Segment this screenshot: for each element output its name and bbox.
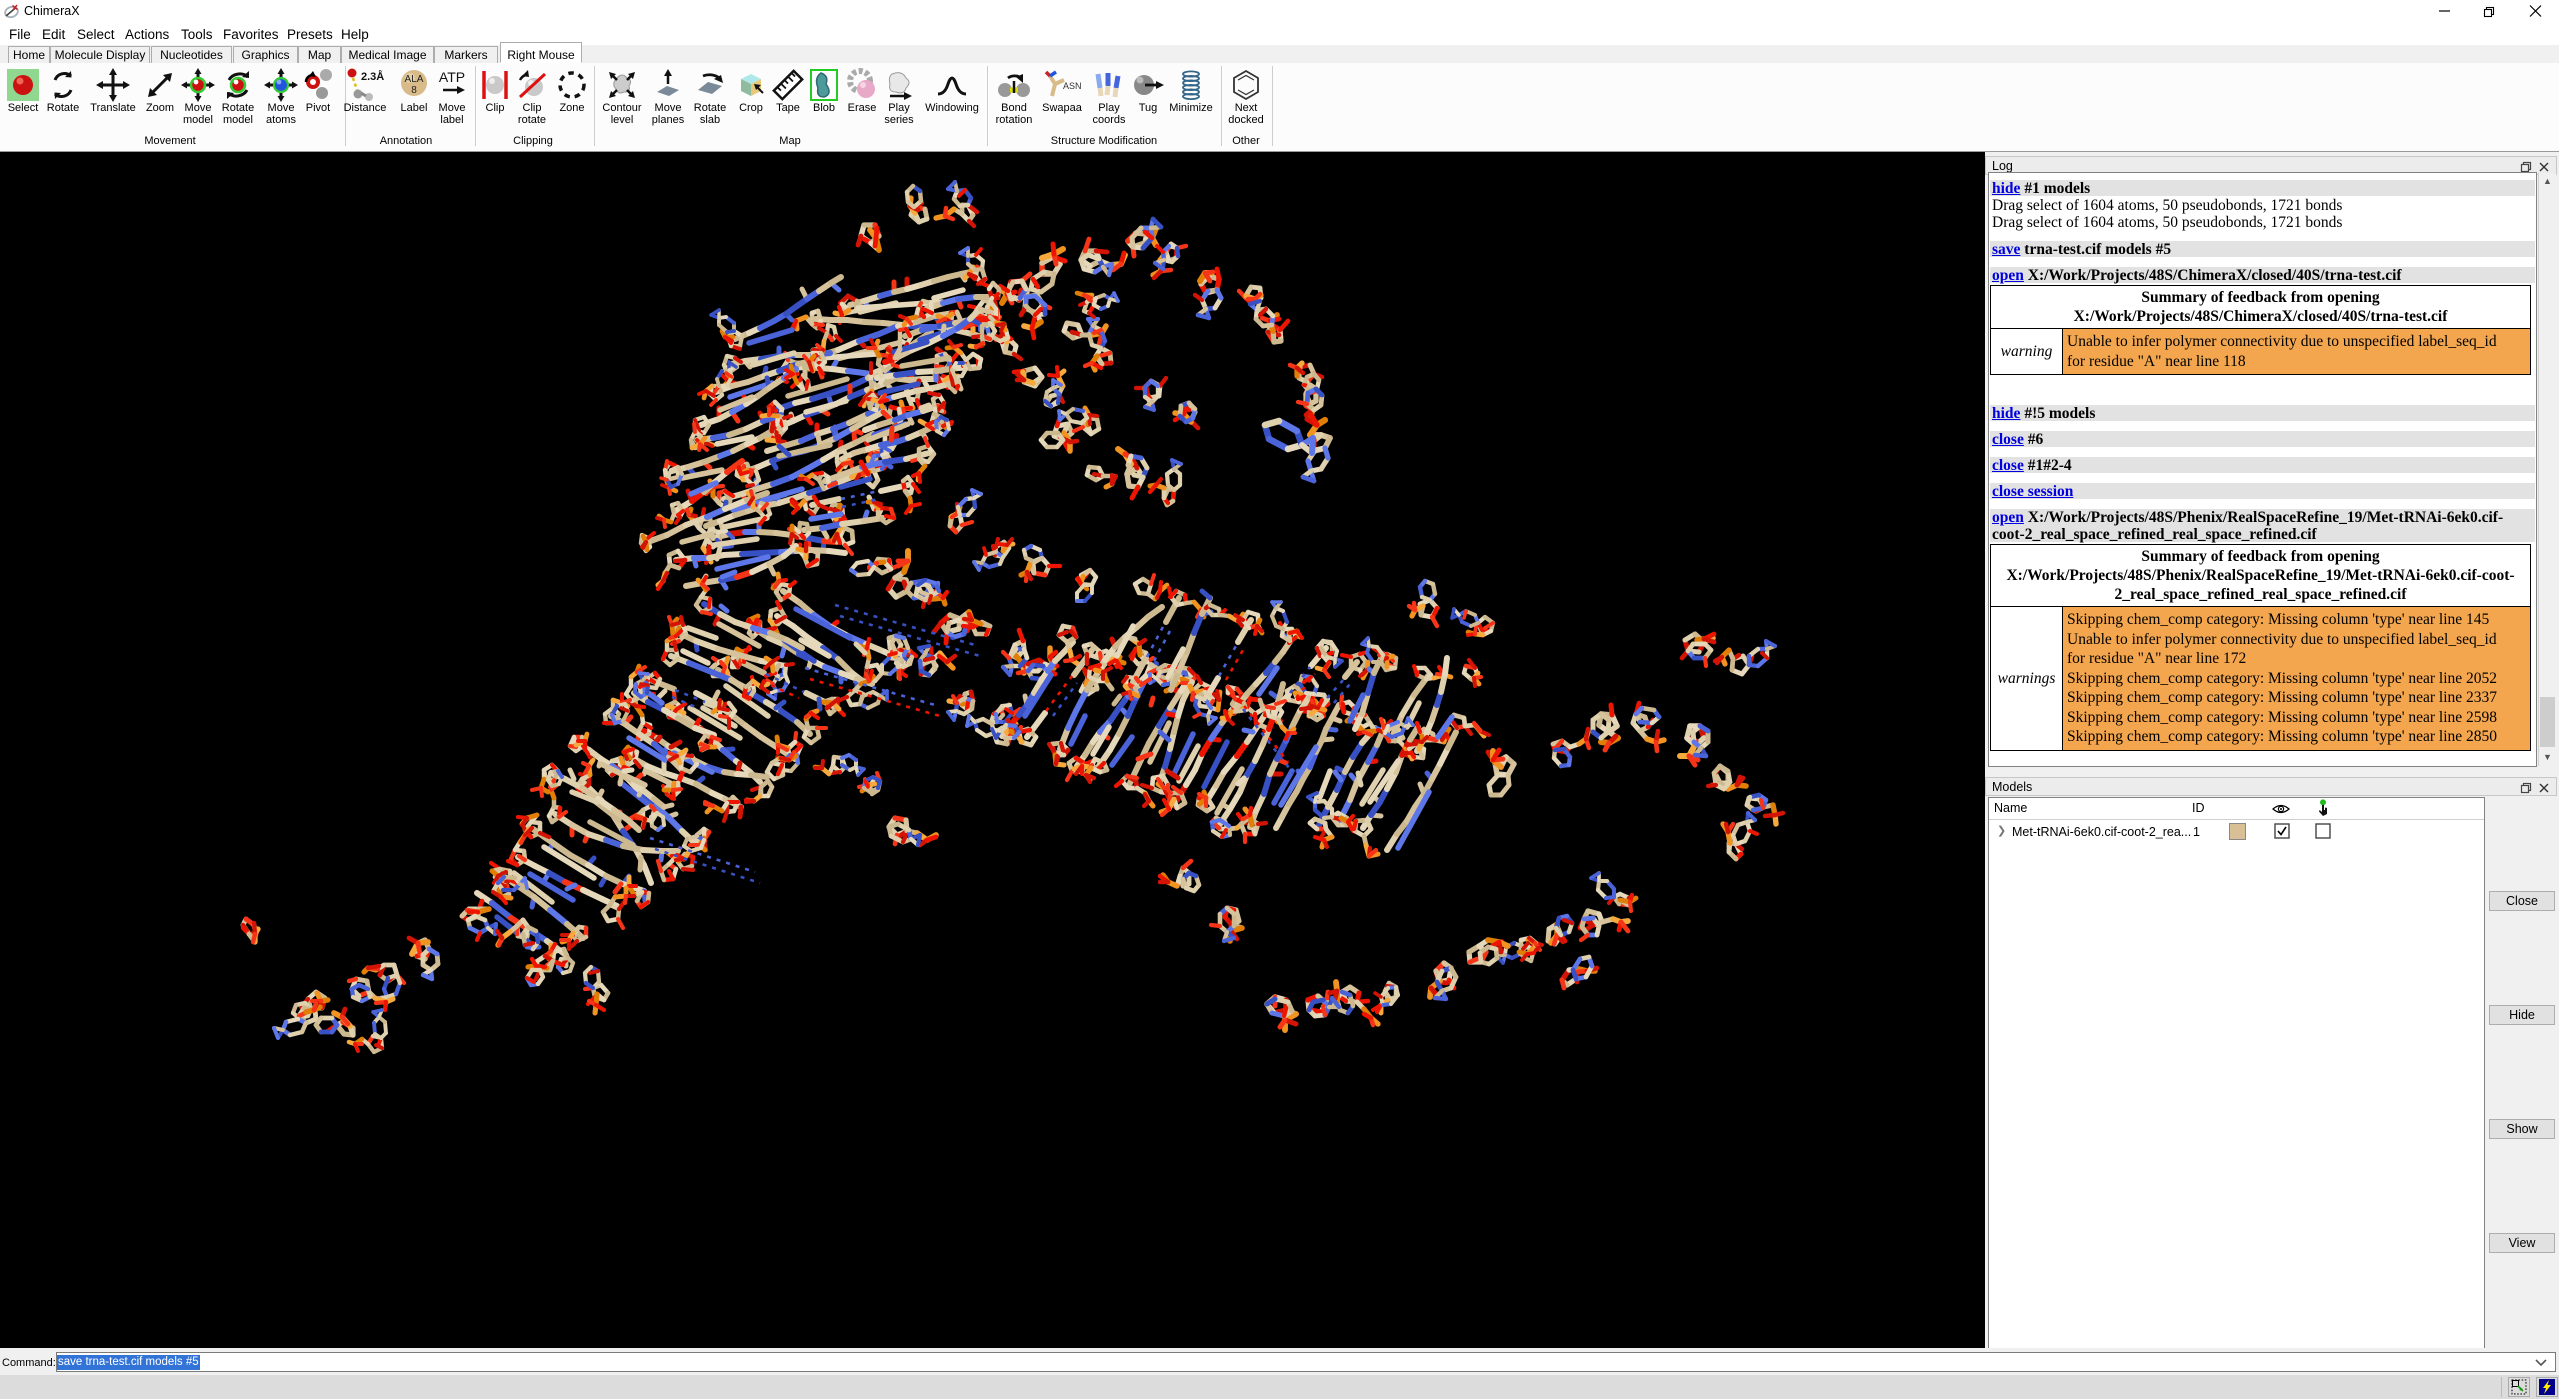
svg-text:2.3Å: 2.3Å	[361, 70, 384, 83]
svg-text:ATP: ATP	[439, 69, 465, 85]
svg-text:8: 8	[411, 85, 417, 96]
svg-text:ASN: ASN	[1063, 81, 1082, 91]
svg-text:ALA: ALA	[405, 74, 424, 85]
